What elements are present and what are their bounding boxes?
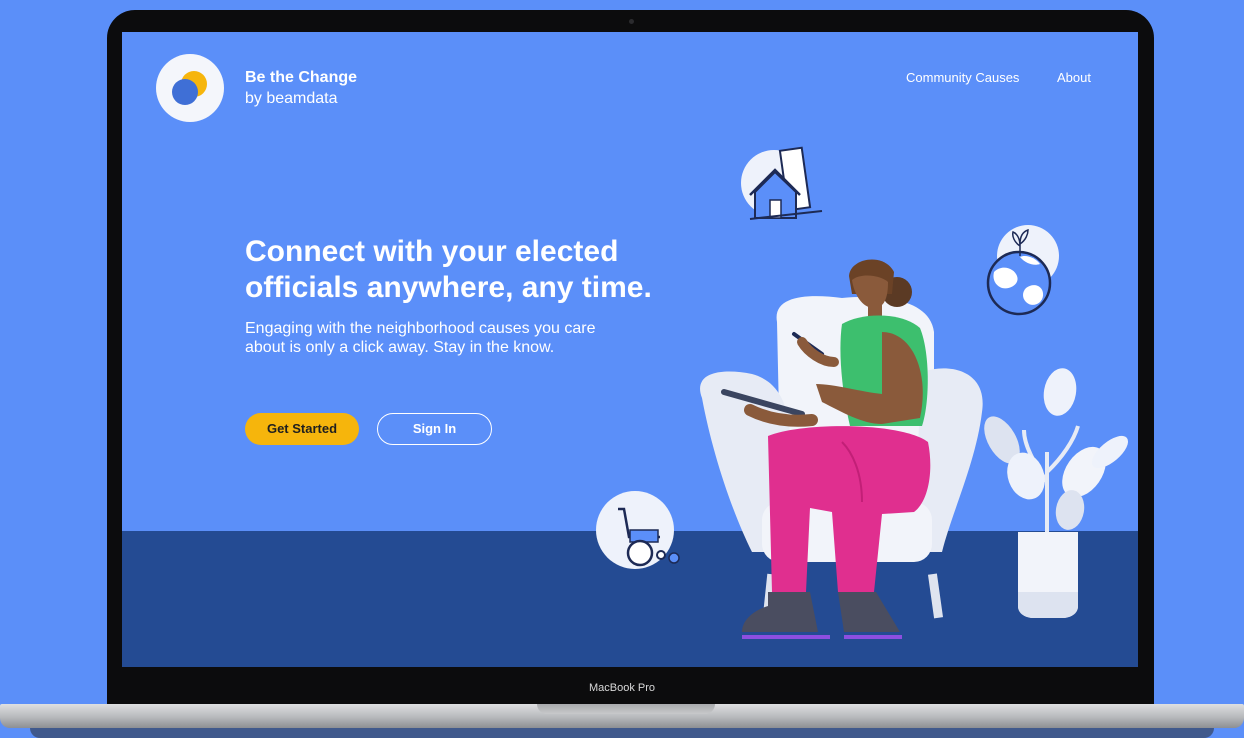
camera-icon <box>629 19 634 24</box>
wheelchair-icon <box>596 491 680 569</box>
globe-icon <box>986 225 1059 316</box>
hero-illustration <box>596 146 1129 639</box>
laptop-mockup: Be the Change by beamdata Community Caus… <box>0 0 1244 738</box>
laptop-shadow <box>30 728 1214 738</box>
house-icon <box>741 146 823 220</box>
plant-illustration <box>984 368 1129 618</box>
device-label: MacBook Pro <box>588 682 656 694</box>
laptop-notch <box>537 704 715 714</box>
website-screen: Be the Change by beamdata Community Caus… <box>122 32 1138 667</box>
